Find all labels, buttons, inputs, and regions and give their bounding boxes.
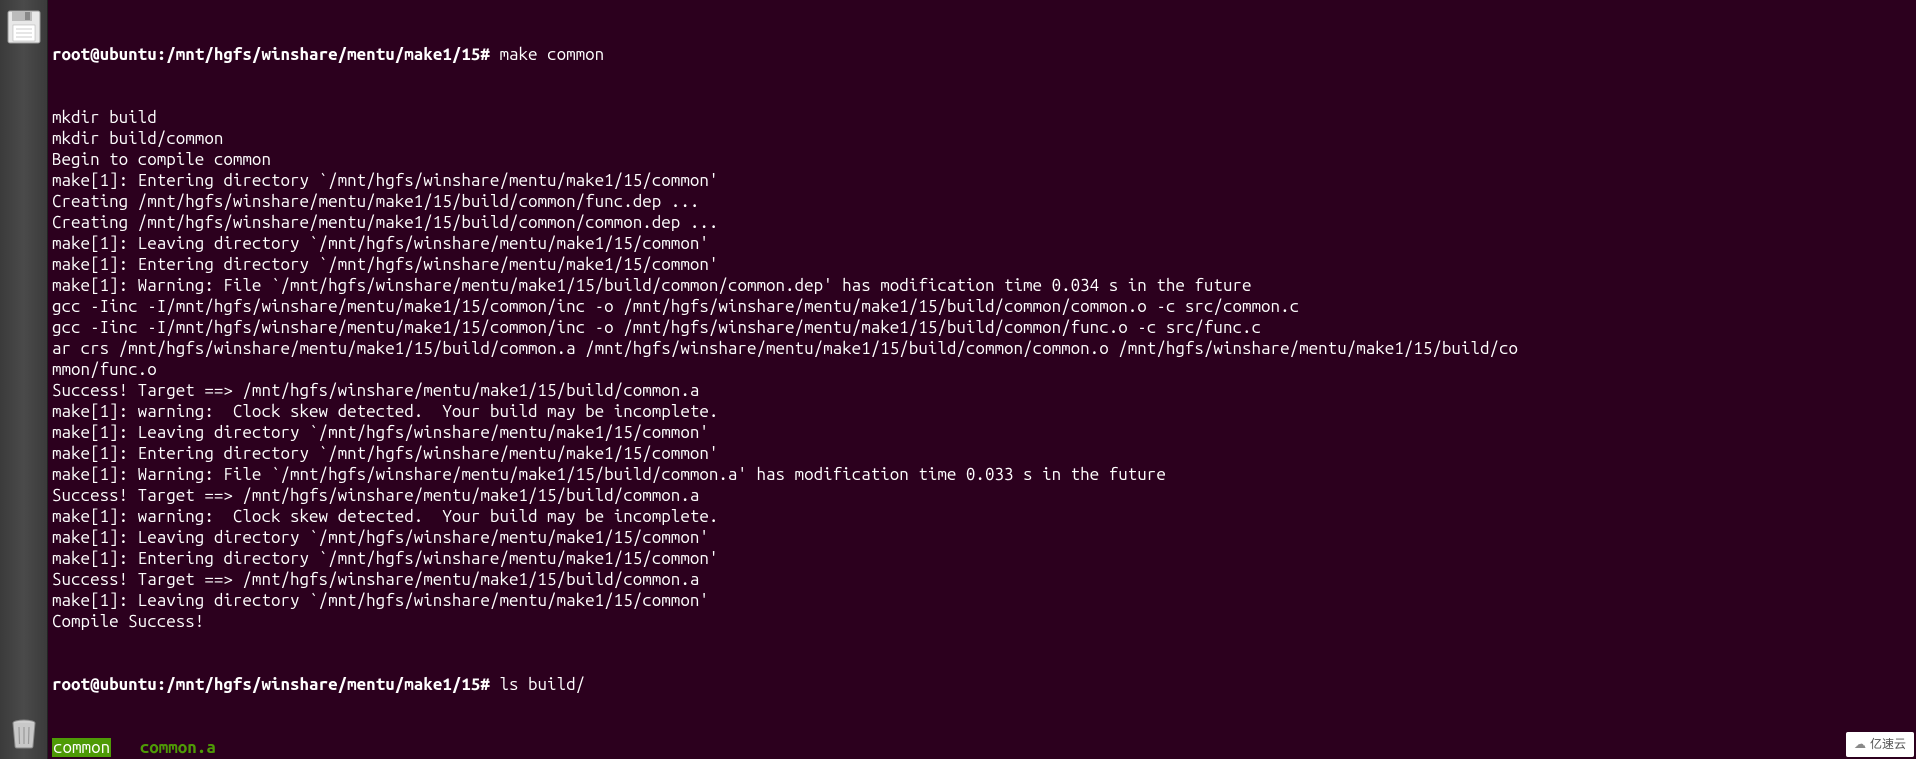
- ls-file: common.a: [140, 738, 216, 757]
- terminal-output-line: make[1]: Entering directory `/mnt/hgfs/w…: [52, 548, 1912, 569]
- terminal-pane[interactable]: root@ubuntu:/mnt/hgfs/winshare/mentu/mak…: [48, 0, 1916, 759]
- terminal-output-line: Creating /mnt/hgfs/winshare/mentu/make1/…: [52, 191, 1912, 212]
- terminal-output-line: make[1]: Leaving directory `/mnt/hgfs/wi…: [52, 590, 1912, 611]
- command-text: ls build/: [490, 675, 585, 694]
- terminal-output-line: Compile Success!: [52, 611, 1912, 632]
- terminal-output-line: make[1]: Entering directory `/mnt/hgfs/w…: [52, 254, 1912, 275]
- terminal-output-line: make[1]: warning: Clock skew detected. Y…: [52, 506, 1912, 527]
- terminal-output-line: Success! Target ==> /mnt/hgfs/winshare/m…: [52, 485, 1912, 506]
- terminal-output-line: mkdir build/common: [52, 128, 1912, 149]
- terminal-output: mkdir buildmkdir build/commonBegin to co…: [52, 107, 1912, 632]
- ls-output-line: common common.a: [52, 737, 1912, 758]
- terminal-output-line: make[1]: Warning: File `/mnt/hgfs/winsha…: [52, 275, 1912, 296]
- terminal-output-line: make[1]: warning: Clock skew detected. Y…: [52, 401, 1912, 422]
- command-text: make common: [490, 45, 604, 64]
- terminal-output-line: make[1]: Leaving directory `/mnt/hgfs/wi…: [52, 422, 1912, 443]
- terminal-output-line: Creating /mnt/hgfs/winshare/mentu/make1/…: [52, 212, 1912, 233]
- watermark-logo-icon: ☁: [1854, 734, 1866, 755]
- terminal-output-line: mkdir build: [52, 107, 1912, 128]
- terminal-output-line: Begin to compile common: [52, 149, 1912, 170]
- terminal-output-line: Success! Target ==> /mnt/hgfs/winshare/m…: [52, 569, 1912, 590]
- terminal-output-line: make[1]: Entering directory `/mnt/hgfs/w…: [52, 443, 1912, 464]
- terminal-output-line: make[1]: Leaving directory `/mnt/hgfs/wi…: [52, 233, 1912, 254]
- terminal-output-line: make[1]: Leaving directory `/mnt/hgfs/wi…: [52, 527, 1912, 548]
- shell-prompt: root@ubuntu:/mnt/hgfs/winshare/mentu/mak…: [52, 675, 490, 694]
- terminal-line: root@ubuntu:/mnt/hgfs/winshare/mentu/mak…: [52, 674, 1912, 695]
- ls-directory: common: [52, 738, 111, 757]
- terminal-line: root@ubuntu:/mnt/hgfs/winshare/mentu/mak…: [52, 44, 1912, 65]
- shell-prompt: root@ubuntu:/mnt/hgfs/winshare/mentu/mak…: [52, 45, 490, 64]
- terminal-output-line: Success! Target ==> /mnt/hgfs/winshare/m…: [52, 380, 1912, 401]
- terminal-output-line: gcc -Iinc -I/mnt/hgfs/winshare/mentu/mak…: [52, 296, 1912, 317]
- trash-icon[interactable]: [3, 711, 45, 753]
- launcher-sidebar: [0, 0, 48, 759]
- terminal-output-line: make[1]: Entering directory `/mnt/hgfs/w…: [52, 170, 1912, 191]
- watermark-text: 亿速云: [1870, 734, 1906, 755]
- floppy-disk-icon[interactable]: [3, 6, 45, 48]
- terminal-output-line: gcc -Iinc -I/mnt/hgfs/winshare/mentu/mak…: [52, 317, 1912, 338]
- terminal-output-line: ar crs /mnt/hgfs/winshare/mentu/make1/15…: [52, 338, 1912, 359]
- watermark-badge: ☁ 亿速云: [1846, 732, 1914, 757]
- terminal-output-line: make[1]: Warning: File `/mnt/hgfs/winsha…: [52, 464, 1912, 485]
- terminal-output-line: mmon/func.o: [52, 359, 1912, 380]
